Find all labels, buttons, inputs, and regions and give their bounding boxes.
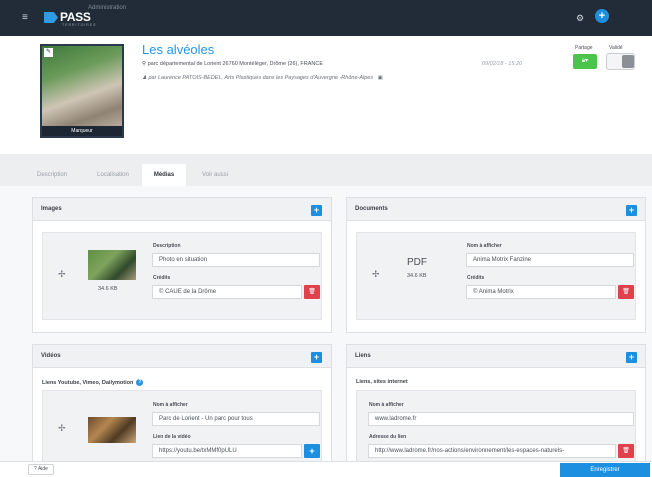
add-video-button[interactable]: + — [311, 352, 322, 363]
trash-icon: 🗑︎ — [622, 448, 630, 454]
video-link-input[interactable]: https://youtu.be/txMMf0pULU — [152, 444, 302, 458]
video-name-label: Nom à afficher — [153, 402, 188, 408]
item-date: 09/02/18 - 15:20 — [482, 61, 523, 67]
delete-document-button[interactable]: 🗑︎ — [618, 285, 634, 299]
image-card: ✢ 34.6 KB Description Photo en situation… — [42, 232, 322, 320]
valide-label: Validé — [609, 45, 623, 51]
document-size: 34.6 KB — [407, 273, 427, 279]
thumbnail-caption: Marqueur — [42, 126, 122, 136]
author-text: par Laurence PATOIS-BEDEL, Arts Plastiqu… — [148, 75, 374, 81]
link-card: Nom à afficher www.ladrome.fr Adresse du… — [356, 390, 636, 462]
item-author: ♟ par Laurence PATOIS-BEDEL, Arts Plasti… — [142, 75, 383, 81]
chevron-down-icon: ▾ — [585, 58, 589, 64]
info-icon[interactable]: ? — [136, 379, 144, 386]
pdf-file-icon[interactable]: PDF — [407, 257, 427, 268]
drag-handle-icon[interactable]: ✢ — [372, 269, 380, 280]
videos-panel: Vidéos + Liens Youtube, Vimeo, Dailymoti… — [32, 344, 332, 462]
add-video-link-button[interactable]: + — [304, 444, 320, 458]
links-panel: Liens + Liens, sites internet Nom à affi… — [346, 344, 646, 462]
delete-link-button[interactable]: 🗑︎ — [618, 444, 634, 458]
videos-subtitle: Liens Youtube, Vimeo, Dailymotion? — [42, 379, 144, 386]
document-credits-input[interactable]: © Anima Motrix — [466, 285, 616, 299]
images-panel-title: Images — [41, 206, 62, 212]
document-credits-label: Crédits — [467, 275, 485, 281]
video-card: ✢ Nom à afficher Parc de Lorient - Un pa… — [42, 390, 322, 462]
partage-button[interactable]: 🔒︎▾ — [573, 54, 597, 69]
add-image-button[interactable]: + — [311, 205, 322, 216]
documents-panel: Documents + ✢ PDF 34.6 KB Nom à afficher… — [346, 197, 646, 333]
save-button[interactable]: Enregistrer — [560, 463, 650, 477]
images-panel: Images + ✢ 34.6 KB Description Photo en … — [32, 197, 332, 333]
tab-description[interactable]: Description — [24, 164, 80, 186]
document-card: ✢ PDF 34.6 KB Nom à afficher Anima Motri… — [356, 232, 636, 320]
image-thumbnail[interactable] — [88, 250, 136, 280]
item-thumbnail[interactable]: ✎ Marqueur — [40, 44, 124, 138]
link-name-label: Nom à afficher — [369, 402, 404, 408]
drag-handle-icon[interactable]: ✢ — [58, 269, 66, 280]
documents-panel-header — [347, 198, 645, 221]
credits-input[interactable]: © CAUE de la Drôme — [152, 285, 302, 299]
drag-handle-icon[interactable]: ✢ — [58, 423, 66, 434]
page-title: Les alvéoles — [142, 42, 215, 57]
videos-subtitle-text: Liens Youtube, Vimeo, Dailymotion — [42, 379, 134, 386]
gear-icon[interactable]: ⚙ — [576, 13, 584, 24]
description-input[interactable]: Photo en situation — [152, 253, 320, 267]
trash-icon: 🗑︎ — [622, 289, 630, 295]
calendar-icon[interactable]: ▣ — [378, 75, 383, 81]
menu-icon[interactable]: ≡ — [22, 13, 28, 23]
link-address-label: Adresse du lien — [369, 434, 407, 440]
partage-label: Partage — [575, 45, 593, 51]
link-address-input[interactable]: http://www.ladrome.fr/nos-actions/enviro… — [368, 444, 616, 458]
video-name-input[interactable]: Parc de Lorient - Un parc pour tous — [152, 412, 320, 426]
video-link-label: Lien de la vidéo — [153, 434, 191, 440]
document-name-input[interactable]: Anima Motrix Fanzine — [466, 253, 634, 267]
images-panel-header — [33, 198, 331, 221]
valide-toggle[interactable] — [606, 53, 635, 70]
logo-name: PASS — [60, 10, 91, 24]
logo-subtitle: TERRITOIRES — [62, 23, 97, 27]
toggle-knob — [622, 55, 634, 68]
delete-image-button[interactable]: 🗑︎ — [304, 285, 320, 299]
item-address: ⚲ parc départemental de Lorient 26760 Mo… — [142, 61, 323, 67]
user-icon: ♟ — [142, 75, 147, 81]
edit-icon[interactable]: ✎ — [44, 48, 53, 57]
link-name-input[interactable]: www.ladrome.fr — [368, 412, 634, 426]
add-document-button[interactable]: + — [626, 205, 637, 216]
address-text: parc départemental de Lorient 26760 Mont… — [147, 61, 324, 67]
documents-panel-title: Documents — [355, 206, 388, 212]
tab-medias[interactable]: Médias — [142, 164, 186, 186]
description-label: Description — [153, 243, 181, 249]
add-link-button[interactable]: + — [626, 352, 637, 363]
video-thumbnail[interactable] — [88, 417, 136, 443]
image-size: 34.6 KB — [98, 286, 118, 292]
admin-label: Administration — [88, 5, 127, 11]
videos-panel-title: Vidéos — [41, 353, 61, 359]
tab-voir-aussi[interactable]: Voir aussi — [190, 164, 240, 186]
help-button[interactable]: ? Aide — [28, 464, 54, 475]
tab-localisation[interactable]: Localisation — [84, 164, 142, 186]
links-panel-title: Liens — [355, 353, 371, 359]
links-subtitle: Liens, sites internet — [356, 379, 408, 385]
credits-label: Crédits — [153, 275, 171, 281]
add-button[interactable]: + — [595, 9, 609, 23]
links-panel-header — [347, 345, 645, 368]
document-name-label: Nom à afficher — [467, 243, 502, 249]
map-marker-icon: ⚲ — [142, 61, 147, 67]
footer-bar — [0, 461, 652, 477]
trash-icon: 🗑︎ — [308, 289, 316, 295]
videos-panel-header — [33, 345, 331, 368]
